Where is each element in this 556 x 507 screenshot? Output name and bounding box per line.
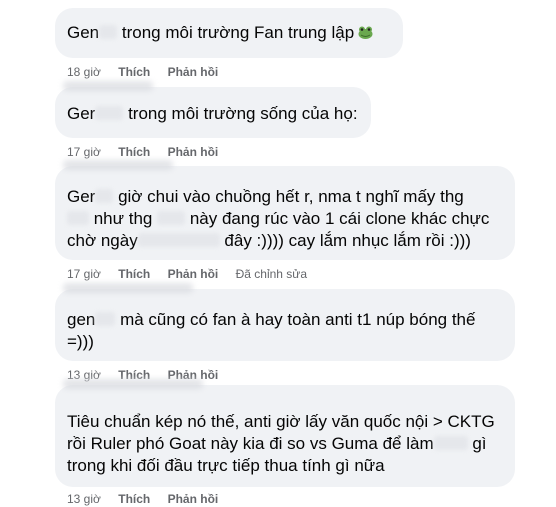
comment-2: Ger trong môi trường sống của họ: 17 giờ… bbox=[55, 81, 371, 160]
redacted-name bbox=[95, 106, 124, 120]
comment-bubble: Gen trong môi trường Fan trung lập bbox=[55, 8, 403, 58]
edited-label[interactable]: Đã chỉnh sửa bbox=[236, 266, 307, 282]
reply-button[interactable]: Phản hồi bbox=[168, 144, 219, 160]
redacted-name bbox=[433, 436, 468, 450]
timestamp[interactable]: 13 giờ bbox=[67, 491, 101, 507]
reply-button[interactable]: Phản hồi bbox=[168, 491, 219, 507]
timestamp[interactable]: 17 giờ bbox=[67, 266, 101, 282]
comment-meta: 13 giờ Thích Phản hồi bbox=[55, 491, 515, 507]
like-button[interactable]: Thích bbox=[118, 144, 150, 160]
comment-text: trong môi trường sống của họ: bbox=[123, 104, 358, 123]
comment-text-line: Ger trong môi trường sống của họ: bbox=[67, 103, 359, 125]
like-button[interactable]: Thích bbox=[118, 491, 150, 507]
comment-text-line: Tiêu chuẩn kép nó thế, anti giờ lấy văn … bbox=[67, 411, 503, 433]
comment-bubble: Tiêu chuẩn kép nó thế, anti giờ lấy văn … bbox=[55, 379, 515, 487]
reply-button[interactable]: Phản hồi bbox=[168, 266, 219, 282]
timestamp[interactable]: 17 giờ bbox=[67, 144, 101, 160]
comment-bubble: Ger giờ chui vào chuồng hết r, nma t ngh… bbox=[55, 160, 515, 260]
comment-bubble: gen mà cũng có fan à hay toàn anti t1 nú… bbox=[55, 283, 515, 361]
comment-3: Ger giờ chui vào chuồng hết r, nma t ngh… bbox=[55, 160, 515, 282]
redacted-author-name bbox=[63, 160, 173, 170]
comment-meta: 17 giờ Thích Phản hồi Đã chỉnh sửa bbox=[55, 266, 515, 282]
comment-text: giờ chui vào chuồng hết r, nma t nghĩ mấ… bbox=[113, 187, 464, 206]
comment-text-line: Gen trong môi trường Fan trung lập bbox=[67, 22, 391, 44]
comment-text: chờ ngày bbox=[67, 231, 138, 250]
comment-text: Gen bbox=[67, 23, 100, 42]
redacted-name bbox=[137, 233, 220, 247]
comment-text: gen bbox=[67, 310, 96, 329]
comment-meta: 18 giờ Thích Phản hồi bbox=[55, 64, 403, 80]
reply-button[interactable]: Phản hồi bbox=[168, 64, 219, 80]
comment-text: Ger bbox=[67, 187, 96, 206]
comment-text-line: gen mà cũng có fan à hay toàn anti t1 nú… bbox=[67, 309, 503, 331]
comment-text: =))) bbox=[67, 332, 94, 351]
comment-4: gen mà cũng có fan à hay toàn anti t1 nú… bbox=[55, 283, 515, 383]
comment-text: mà cũng có fan à hay toàn anti t1 núp bó… bbox=[115, 310, 476, 329]
comment-text: gì bbox=[467, 434, 487, 453]
comment-text-line: như thg này đang rúc vào 1 cái clone khá… bbox=[67, 208, 503, 230]
like-button[interactable]: Thích bbox=[118, 266, 150, 282]
timestamp[interactable]: 18 giờ bbox=[67, 64, 101, 80]
comment-text-line: =))) bbox=[67, 331, 503, 353]
comment-meta: 17 giờ Thích Phản hồi bbox=[55, 144, 371, 160]
comment-text: trong môi trường Fan trung lập bbox=[117, 23, 355, 42]
frog-emoji-icon bbox=[358, 26, 373, 39]
comment-5: Tiêu chuẩn kép nó thế, anti giờ lấy văn … bbox=[55, 379, 515, 507]
redacted-name bbox=[157, 211, 186, 225]
redacted-author-name bbox=[63, 81, 153, 91]
comment-text: trong khi đối đầu trực tiếp thua tính gì… bbox=[67, 456, 385, 475]
comment-bubble: Ger trong môi trường sống của họ: bbox=[55, 81, 371, 138]
comment-1: Gen trong môi trường Fan trung lập 18 gi… bbox=[55, 8, 403, 80]
redacted-name bbox=[99, 25, 118, 39]
like-button[interactable]: Thích bbox=[118, 64, 150, 80]
comment-text: đây :)))) cay lắm nhục lắm rồi :))) bbox=[219, 231, 471, 250]
comment-text: như thg bbox=[89, 209, 158, 228]
comment-text: Ger bbox=[67, 104, 96, 123]
redacted-name bbox=[95, 312, 116, 326]
comment-text-line: trong khi đối đầu trực tiếp thua tính gì… bbox=[67, 455, 503, 477]
comment-text-line: rồi Ruler phó Goat này kia đi so vs Guma… bbox=[67, 433, 503, 455]
comment-text-line: Ger giờ chui vào chuồng hết r, nma t ngh… bbox=[67, 186, 503, 208]
comment-text: rồi Ruler phó Goat này kia đi so vs Guma… bbox=[67, 434, 434, 453]
comment-text: này đang rúc vào 1 cái clone khác chực bbox=[185, 209, 490, 228]
redacted-name bbox=[67, 211, 89, 225]
redacted-author-name bbox=[63, 379, 203, 389]
redacted-author-name bbox=[63, 283, 193, 293]
comment-text: Tiêu chuẩn kép nó thế, anti giờ lấy văn … bbox=[67, 412, 495, 431]
comment-text-line: chờ ngày đây :)))) cay lắm nhục lắm rồi … bbox=[67, 230, 503, 252]
redacted-name bbox=[95, 189, 114, 203]
